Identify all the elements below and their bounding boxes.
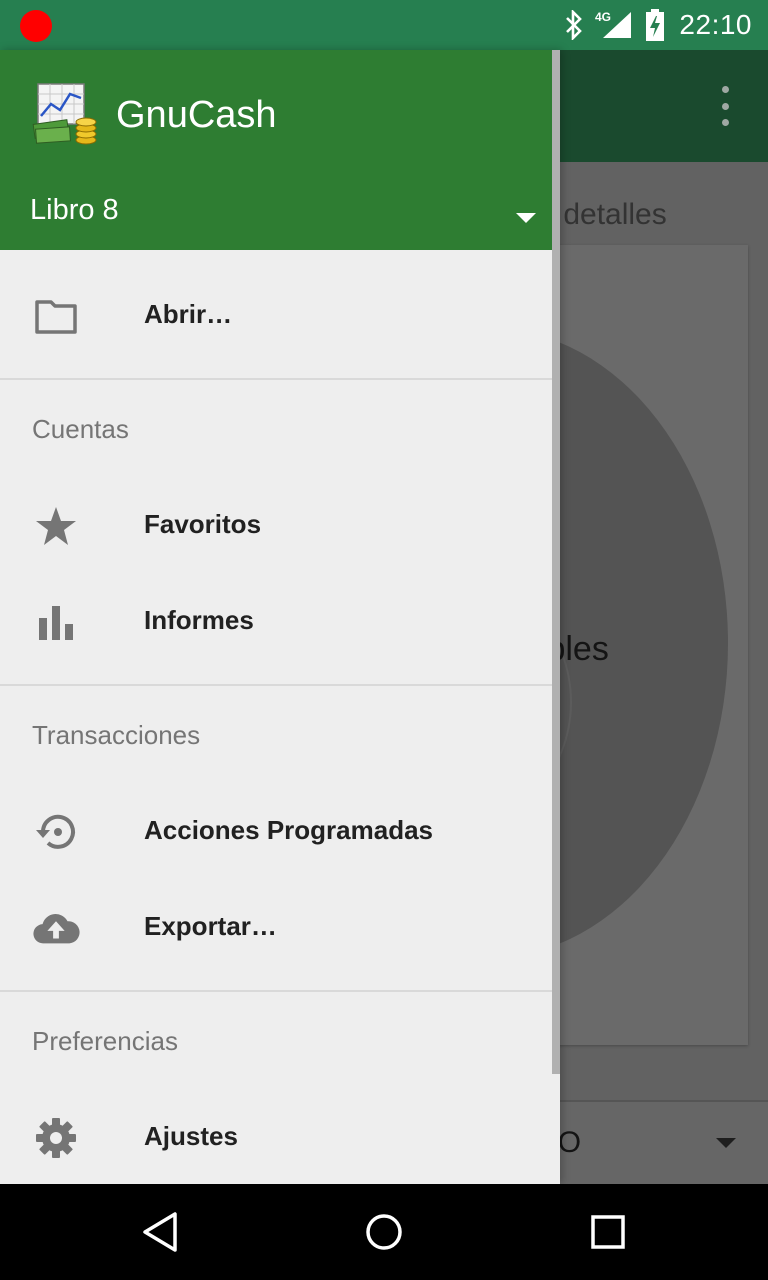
back-icon[interactable] [136, 1208, 184, 1256]
spinner-arrow-icon [716, 1138, 736, 1148]
divider [0, 684, 560, 686]
recents-icon[interactable] [584, 1208, 632, 1256]
menu-item-exportar[interactable]: Exportar… [0, 880, 560, 976]
bar-chart-icon [32, 598, 80, 646]
history-icon [32, 808, 80, 856]
menu-item-informes[interactable]: Informes [0, 574, 560, 670]
menu-item-label: Abrir… [144, 299, 233, 329]
bluetooth-icon [563, 10, 585, 40]
navigation-drawer: GnuCash Libro 8 Abrir… Cuentas Favoritos [0, 50, 560, 1184]
gear-icon [32, 1114, 80, 1162]
menu-item-acciones-programadas[interactable]: Acciones Programadas [0, 784, 560, 880]
network-type-label: 4G [595, 10, 611, 24]
signal-icon: 4G [595, 10, 635, 40]
menu-item-open[interactable]: Abrir… [0, 268, 560, 364]
dropdown-arrow-icon[interactable] [508, 206, 544, 230]
section-title-cuentas: Cuentas [32, 414, 129, 444]
drawer-header: GnuCash Libro 8 [0, 50, 560, 250]
clock: 22:10 [679, 9, 752, 40]
menu-item-label: Favoritos [144, 509, 262, 539]
section-title-transacciones: Transacciones [32, 720, 201, 750]
app-title: GnuCash [116, 94, 277, 136]
divider [0, 990, 560, 992]
drawer-scrollbar[interactable] [552, 50, 560, 1074]
home-icon[interactable] [360, 1208, 408, 1256]
overflow-menu-icon[interactable] [710, 86, 740, 126]
folder-icon [32, 292, 80, 340]
divider [0, 378, 560, 380]
book-selector[interactable]: Libro 8 [30, 194, 119, 227]
recording-dot-icon [20, 10, 52, 42]
star-icon [32, 502, 80, 550]
menu-item-label: Informes [144, 605, 254, 635]
menu-item-label: Acciones Programadas [144, 815, 434, 845]
menu-item-label: Ajustes [144, 1121, 238, 1151]
battery-charging-icon [645, 9, 665, 41]
status-icons: 4G 22:10 [553, 0, 752, 50]
cloud-upload-icon [32, 904, 80, 952]
menu-item-ajustes[interactable]: Ajustes [0, 1090, 560, 1184]
status-bar: 4G 22:10 [0, 0, 768, 50]
gnucash-logo-icon [32, 82, 98, 148]
system-nav-bar [0, 1184, 768, 1280]
section-title-preferencias: Preferencias [32, 1026, 178, 1056]
menu-item-label: Exportar… [144, 911, 277, 941]
menu-item-favoritos[interactable]: Favoritos [0, 478, 560, 574]
